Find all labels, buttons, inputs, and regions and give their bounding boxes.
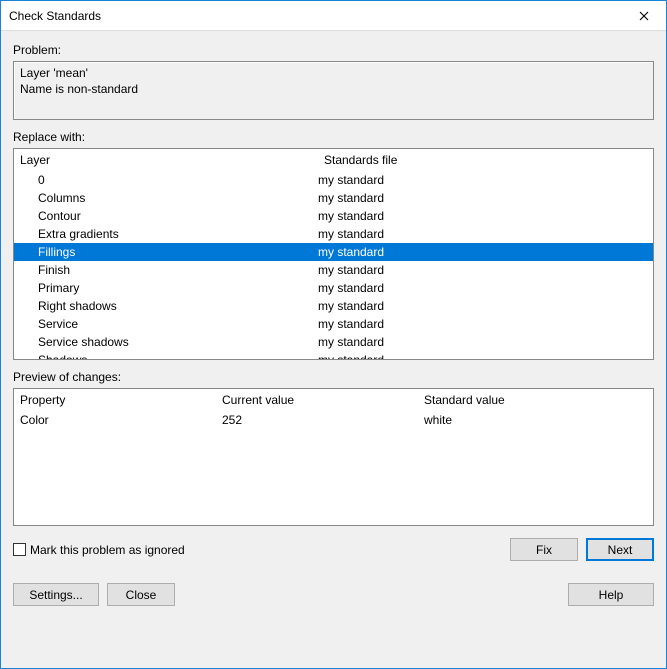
list-cell-file: my standard xyxy=(318,281,653,295)
list-row[interactable]: Right shadowsmy standard xyxy=(14,297,653,315)
preview-list: Property Current value Standard value Co… xyxy=(13,388,654,526)
list-row[interactable]: Columnsmy standard xyxy=(14,189,653,207)
list-header: Layer Standards file xyxy=(14,149,653,171)
close-icon[interactable] xyxy=(621,1,666,30)
dialog-body: Problem: Layer 'mean' Name is non-standa… xyxy=(1,31,666,668)
preview-cell-current: 252 xyxy=(216,411,418,429)
preview-cell-property: Color xyxy=(14,411,216,429)
list-cell-file: my standard xyxy=(318,335,653,349)
replace-list[interactable]: Layer Standards file 0my standardColumns… xyxy=(13,148,654,360)
list-cell-file: my standard xyxy=(318,245,653,259)
preview-header-property: Property xyxy=(14,391,216,409)
bottom-row: Settings... Close Help xyxy=(13,583,654,606)
list-row[interactable]: Servicemy standard xyxy=(14,315,653,333)
problem-box: Layer 'mean' Name is non-standard xyxy=(13,61,654,120)
list-row[interactable]: Extra gradientsmy standard xyxy=(14,225,653,243)
list-cell-layer: Extra gradients xyxy=(14,227,318,241)
list-cell-layer: Right shadows xyxy=(14,299,318,313)
action-row: Mark this problem as ignored Fix Next xyxy=(13,538,654,561)
preview-header-current: Current value xyxy=(216,391,418,409)
list-row[interactable]: Service shadowsmy standard xyxy=(14,333,653,351)
list-row[interactable]: Contourmy standard xyxy=(14,207,653,225)
list-row[interactable]: Primarymy standard xyxy=(14,279,653,297)
preview-cell-standard: white xyxy=(418,411,653,429)
window-title: Check Standards xyxy=(9,9,621,23)
list-cell-layer: Service shadows xyxy=(14,335,318,349)
help-button[interactable]: Help xyxy=(568,583,654,606)
list-row[interactable]: 0my standard xyxy=(14,171,653,189)
mark-ignored-label: Mark this problem as ignored xyxy=(30,543,185,557)
replace-with-label: Replace with: xyxy=(13,130,654,144)
list-cell-file: my standard xyxy=(318,353,653,360)
next-button[interactable]: Next xyxy=(586,538,654,561)
check-standards-window: Check Standards Problem: Layer 'mean' Na… xyxy=(0,0,667,669)
preview-row: Color252white xyxy=(14,411,653,429)
list-cell-layer: 0 xyxy=(14,173,318,187)
mark-ignored-checkbox[interactable]: Mark this problem as ignored xyxy=(13,543,185,557)
list-cell-file: my standard xyxy=(318,317,653,331)
list-row[interactable]: Finishmy standard xyxy=(14,261,653,279)
list-cell-layer: Fillings xyxy=(14,245,318,259)
list-row[interactable]: Fillingsmy standard xyxy=(14,243,653,261)
list-cell-layer: Primary xyxy=(14,281,318,295)
list-cell-file: my standard xyxy=(318,227,653,241)
list-cell-file: my standard xyxy=(318,209,653,223)
list-cell-layer: Service xyxy=(14,317,318,331)
titlebar: Check Standards xyxy=(1,1,666,31)
close-button[interactable]: Close xyxy=(107,583,175,606)
fix-button[interactable]: Fix xyxy=(510,538,578,561)
list-cell-layer: Columns xyxy=(14,191,318,205)
settings-button[interactable]: Settings... xyxy=(13,583,99,606)
list-row[interactable]: Shadowsmy standard xyxy=(14,351,653,360)
preview-header: Property Current value Standard value xyxy=(14,389,653,411)
list-cell-layer: Finish xyxy=(14,263,318,277)
problem-line: Layer 'mean' xyxy=(20,65,647,81)
preview-label: Preview of changes: xyxy=(13,370,654,384)
list-cell-file: my standard xyxy=(318,263,653,277)
problem-line: Name is non-standard xyxy=(20,81,647,97)
list-cell-file: my standard xyxy=(318,299,653,313)
list-header-file[interactable]: Standards file xyxy=(318,150,653,170)
preview-header-standard: Standard value xyxy=(418,391,653,409)
problem-label: Problem: xyxy=(13,43,654,57)
checkbox-box-icon xyxy=(13,543,26,556)
list-header-layer[interactable]: Layer xyxy=(14,150,318,170)
list-cell-file: my standard xyxy=(318,191,653,205)
list-cell-layer: Contour xyxy=(14,209,318,223)
list-cell-layer: Shadows xyxy=(14,353,318,360)
list-cell-file: my standard xyxy=(318,173,653,187)
